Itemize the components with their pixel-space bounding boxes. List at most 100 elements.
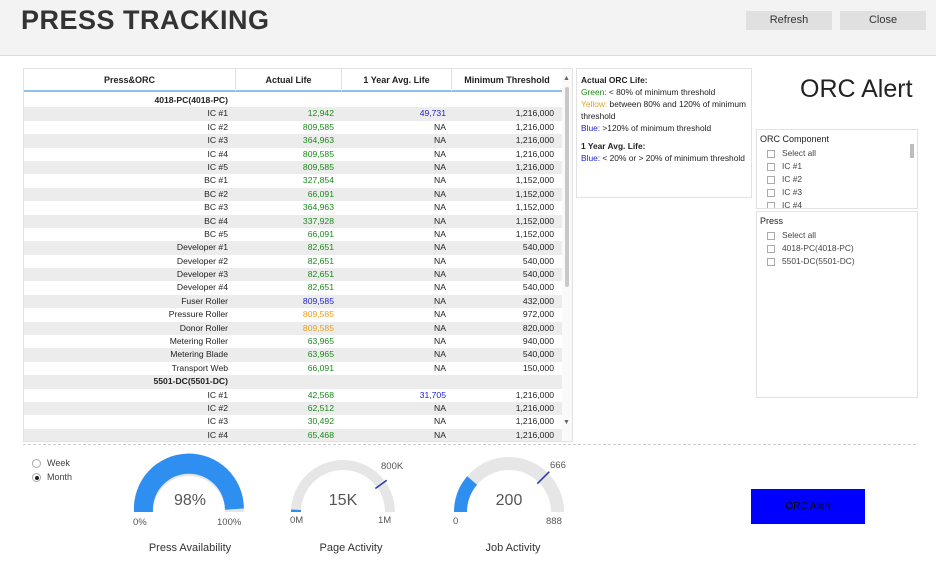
table-row[interactable]: Developer #4 82,651 NA 540,000 xyxy=(24,281,562,294)
orc-component-item[interactable]: IC #3 xyxy=(757,186,917,199)
table-row[interactable]: IC #2 809,585 NA 1,216,000 xyxy=(24,121,562,134)
press-availability-min: 0% xyxy=(133,517,147,528)
table-row[interactable]: IC #1 12,942 49,731 1,216,000 xyxy=(24,107,562,121)
checkbox-icon[interactable] xyxy=(767,189,775,197)
cell-avg-life: NA xyxy=(434,349,446,360)
radio-week[interactable]: Week xyxy=(32,457,70,470)
table-row[interactable]: BC #1 327,854 NA 1,152,000 xyxy=(24,174,562,187)
cell-min-threshold: 150,000 xyxy=(522,362,554,373)
press-availability-label: Press Availability xyxy=(148,542,232,554)
legend-blue-text: >120% of minimum threshold xyxy=(600,123,712,133)
table-row[interactable]: IC #4 809,585 NA 1,216,000 xyxy=(24,148,562,161)
orc-component-item[interactable]: IC #4 xyxy=(757,199,917,208)
cell-avg-life: NA xyxy=(434,135,446,146)
orc-component-item-label: IC #1 xyxy=(782,161,803,171)
table-row[interactable]: IC #1 42,568 31,705 1,216,000 xyxy=(24,389,562,402)
scroll-thumb[interactable] xyxy=(565,87,569,287)
cell-actual-life: 364,963 xyxy=(302,135,334,146)
cell-name: Metering Roller xyxy=(169,336,228,347)
table-row[interactable]: BC #5 66,091 NA 1,152,000 xyxy=(24,228,562,241)
cell-min-threshold: 820,000 xyxy=(522,322,554,333)
cell-avg-life: NA xyxy=(434,336,446,347)
table-row[interactable]: IC #4 65,468 NA 1,216,000 xyxy=(24,428,562,441)
column-header-press-orc[interactable]: Press&ORC xyxy=(24,69,236,91)
radio-month[interactable]: Month xyxy=(32,471,72,484)
table-row[interactable]: BC #2 66,091 NA 1,152,000 xyxy=(24,187,562,202)
table-row[interactable]: Donor Roller 809,585 NA 820,000 xyxy=(24,321,562,336)
checkbox-icon[interactable] xyxy=(767,202,775,208)
table-row[interactable]: IC #2 62,512 NA 1,216,000 xyxy=(24,401,562,416)
cell-name: Developer #1 xyxy=(176,242,228,253)
table-row[interactable]: IC #3 30,492 NA 1,216,000 xyxy=(24,415,562,428)
table-header: Press&ORC Actual Life 1 Year Avg. Life M… xyxy=(24,69,562,92)
orc-component-title: ORC Component xyxy=(760,134,830,144)
column-header-avg-life[interactable]: 1 Year Avg. Life xyxy=(342,69,452,91)
table-row[interactable]: Metering Blade 63,965 NA 540,000 xyxy=(24,348,562,362)
column-header-min-threshold[interactable]: Minimum Threshold xyxy=(452,69,562,91)
press-item[interactable]: 4018-PC(4018-PC) xyxy=(757,242,917,255)
cell-actual-life: 66,091 xyxy=(307,228,334,239)
orc-component-scrollbar[interactable] xyxy=(910,144,914,158)
table-row[interactable]: Metering Roller 63,965 NA 940,000 xyxy=(24,335,562,348)
page-activity-value: 15K xyxy=(328,492,358,509)
cell-actual-life: 65,468 xyxy=(307,429,334,440)
cell-min-threshold: 1,152,000 xyxy=(515,202,554,213)
cell-avg-life: NA xyxy=(434,228,446,239)
checkbox-icon[interactable] xyxy=(767,232,775,240)
cell-min-threshold: 1,216,000 xyxy=(515,135,554,146)
refresh-button[interactable]: Refresh xyxy=(746,11,832,30)
table-row[interactable]: Developer #3 82,651 NA 540,000 xyxy=(24,268,562,282)
header-bar: PRESS TRACKING Refresh Close xyxy=(0,0,936,56)
cell-avg-life: NA xyxy=(434,188,446,199)
table-scrollbar[interactable]: ▲ ▼ xyxy=(562,69,572,441)
table-row[interactable]: IC #3 364,963 NA 1,216,000 xyxy=(24,134,562,148)
table-row[interactable]: BC #3 364,963 NA 1,152,000 xyxy=(24,201,562,214)
cell-actual-life: 809,585 xyxy=(302,322,334,333)
checkbox-icon[interactable] xyxy=(767,245,775,253)
table-row[interactable]: BC #4 337,928 NA 1,152,000 xyxy=(24,214,562,228)
radio-week-circle-icon[interactable] xyxy=(32,459,41,468)
table-row[interactable]: Developer #1 82,651 NA 540,000 xyxy=(24,241,562,255)
checkbox-icon[interactable] xyxy=(767,150,775,158)
cell-min-threshold: 1,216,000 xyxy=(515,416,554,427)
cell-actual-life: 62,512 xyxy=(307,402,334,413)
table-row[interactable]: Transport Web 66,091 NA 150,000 xyxy=(24,362,562,375)
scroll-up-icon[interactable]: ▲ xyxy=(563,75,570,82)
orc-component-item[interactable]: IC #2 xyxy=(757,173,917,186)
radio-month-circle-icon[interactable] xyxy=(32,473,41,482)
checkbox-icon[interactable] xyxy=(767,163,775,171)
press-item[interactable]: Select all xyxy=(757,229,917,242)
legend-green-text: < 80% of minimum threshold xyxy=(606,87,716,97)
cell-name: IC #1 xyxy=(207,389,228,400)
table-row[interactable]: IC #5 809,585 NA 1,216,000 xyxy=(24,160,562,175)
cell-avg-life: NA xyxy=(434,309,446,320)
table-group-row[interactable]: 5501-DC(5501-DC) xyxy=(24,375,562,389)
orc-component-item[interactable]: IC #1 xyxy=(757,160,917,173)
cell-actual-life: 809,585 xyxy=(302,309,334,320)
checkbox-icon[interactable] xyxy=(767,176,775,184)
orc-alert-button[interactable]: ORC Alert xyxy=(751,489,865,524)
table-body: 4018-PC(4018-PC) IC #1 12,942 49,731 1,216,0… xyxy=(24,94,562,441)
cell-name: IC #4 xyxy=(207,429,228,440)
table-group-row[interactable]: 4018-PC(4018-PC) xyxy=(24,94,562,107)
cell-actual-life: 82,651 xyxy=(307,242,334,253)
scroll-down-icon[interactable]: ▼ xyxy=(563,419,570,426)
cell-min-threshold: 1,152,000 xyxy=(515,188,554,199)
cell-actual-life: 809,585 xyxy=(302,148,334,159)
cell-name: IC #3 xyxy=(207,135,228,146)
page-activity-target: 800K xyxy=(381,461,404,472)
column-header-actual-life[interactable]: Actual Life xyxy=(236,69,342,91)
cell-name: IC #2 xyxy=(207,402,228,413)
cell-min-threshold: 1,216,000 xyxy=(515,108,554,119)
table-row[interactable]: Developer #2 82,651 NA 540,000 xyxy=(24,255,562,268)
cell-name: IC #5 xyxy=(207,161,228,172)
cell-avg-life: NA xyxy=(434,175,446,186)
cell-name: Metering Blade xyxy=(170,349,228,360)
checkbox-icon[interactable] xyxy=(767,258,775,266)
close-button[interactable]: Close xyxy=(840,11,926,30)
table-row[interactable]: Pressure Roller 809,585 NA 972,000 xyxy=(24,308,562,321)
press-item[interactable]: 5501-DC(5501-DC) xyxy=(757,255,917,268)
table-row[interactable]: Fuser Roller 809,585 NA 432,000 xyxy=(24,294,562,309)
orc-component-item[interactable]: Select all xyxy=(757,147,917,160)
cell-avg-life: NA xyxy=(434,255,446,266)
